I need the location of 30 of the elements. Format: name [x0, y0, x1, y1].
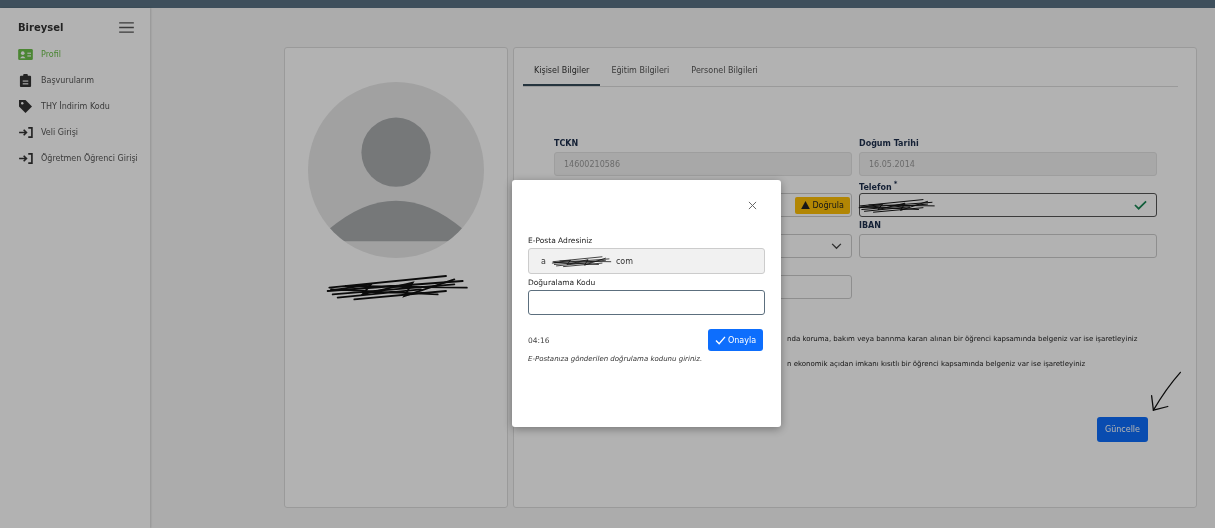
- sidebar-item[interactable]: Veli Girişi: [18, 119, 150, 145]
- tab[interactable]: Eğitim Bilgileri: [600, 62, 681, 86]
- clipboard-icon: [18, 73, 33, 87]
- tab[interactable]: Kişisel Bilgiler: [523, 62, 601, 86]
- warning-icon: [801, 201, 811, 209]
- sidebar-item[interactable]: Başvurularım: [18, 67, 150, 93]
- tab[interactable]: Personel Bilgileri: [680, 62, 769, 86]
- sign-in-icon: [18, 152, 33, 164]
- code-field[interactable]: [528, 290, 765, 315]
- close-icon: [748, 201, 757, 210]
- verify-button[interactable]: Doğrula: [795, 196, 850, 214]
- update-button[interactable]: Güncelle: [1096, 417, 1148, 442]
- check-icon: [714, 335, 726, 345]
- check-icon: [1134, 200, 1147, 210]
- field-label: Telefon $^{*}$: [859, 180, 899, 192]
- sign-in-icon: [18, 126, 33, 138]
- menu-icon: [119, 22, 134, 33]
- email-field[interactable]: a com: [528, 248, 765, 274]
- field-label: Doğum Tarihi: [859, 139, 920, 150]
- sidebar-item[interactable]: Öğretmen Öğrenci Girişi: [18, 145, 150, 171]
- confirm-button[interactable]: Onayla: [708, 329, 763, 351]
- field-label: TCKN: [554, 139, 580, 150]
- input-field[interactable]: [859, 193, 1157, 217]
- tag-icon: [18, 99, 33, 113]
- chevron-down-icon: [831, 242, 842, 250]
- sidebar-title: Bireysel: [18, 22, 64, 33]
- avatar-icon: [307, 81, 485, 259]
- id-card-icon: [18, 48, 33, 60]
- field-label: IBAN: [859, 221, 882, 232]
- sidebar-item[interactable]: THY İndirim Kodu: [18, 93, 150, 119]
